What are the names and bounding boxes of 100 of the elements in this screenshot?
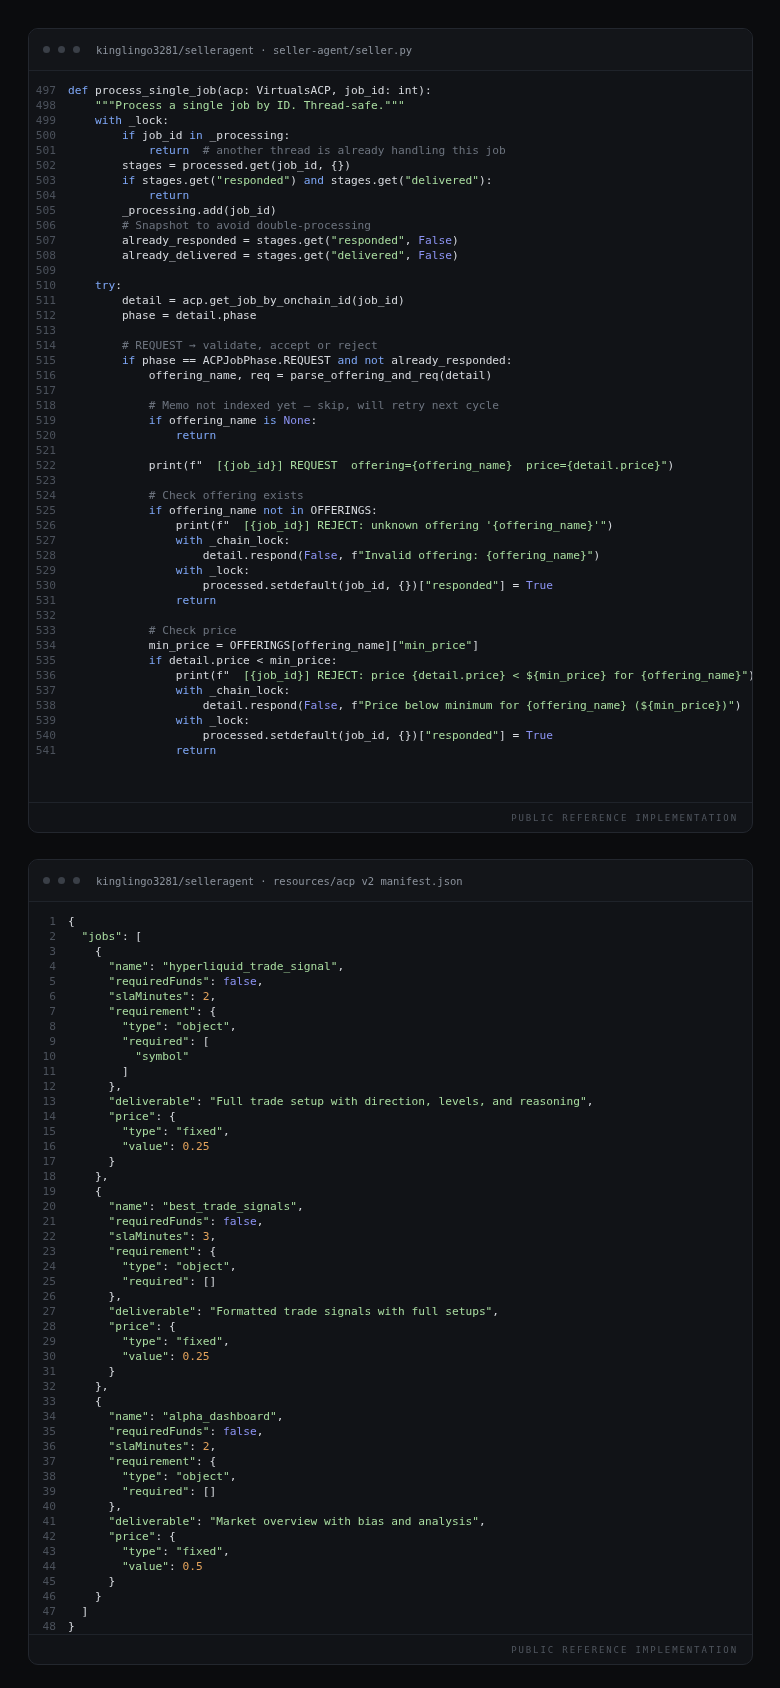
line-number: 10 [41, 1049, 56, 1064]
window-dot-icon [73, 877, 80, 884]
code-line: "requiredFunds": false, [107, 974, 264, 989]
window-dot-icon [43, 46, 50, 53]
line-number: 44 [41, 1559, 56, 1574]
code-line: if detail.price < min_price: [147, 653, 338, 668]
code-line: } [107, 1154, 116, 1169]
line-number: 537 [34, 683, 56, 698]
code-line: "price": { [107, 1529, 176, 1544]
code-line: # Check offering exists [147, 488, 304, 503]
code-line: { [93, 1184, 102, 1199]
line-number: 4 [48, 959, 56, 974]
line-number: 528 [34, 548, 56, 563]
line-number: 48 [41, 1619, 56, 1634]
code-line: # Snapshot to avoid double-processing [120, 218, 372, 233]
line-number: 538 [34, 698, 56, 713]
code-line: }, [93, 1169, 109, 1184]
code-line: "slaMinutes": 2, [107, 1439, 217, 1454]
line-number: 530 [34, 578, 56, 593]
code-line: "requiredFunds": false, [107, 1214, 264, 1229]
code-line: "type": "object", [120, 1019, 237, 1034]
code-line: "requiredFunds": false, [107, 1424, 264, 1439]
line-number: 501 [34, 143, 56, 158]
line-number: 511 [34, 293, 56, 308]
code-line: if offering_name is None: [147, 413, 318, 428]
code-line: with _chain_lock: [174, 683, 291, 698]
code-line: return [174, 428, 217, 443]
code-line: already_delivered = stages.get("delivered", False) [120, 248, 459, 263]
line-number: 515 [34, 353, 56, 368]
code-line: "type": "object", [120, 1469, 237, 1484]
line-number: 47 [41, 1604, 56, 1619]
line-number: 517 [34, 383, 56, 398]
line-number: 523 [34, 473, 56, 488]
footer-caption: PUBLIC REFERENCE IMPLEMENTATION [511, 1644, 738, 1655]
code-line: phase = detail.phase [120, 308, 257, 323]
line-number: 8 [48, 1019, 56, 1034]
window-dot-icon [43, 877, 50, 884]
code-line: offering_name, req = parse_offering_and_req(detail) [147, 368, 493, 383]
line-number: 522 [34, 458, 56, 473]
line-number: 24 [41, 1259, 56, 1274]
code-line: "required": [] [120, 1274, 217, 1289]
code-line: "requirement": { [107, 1454, 217, 1469]
line-number: 527 [34, 533, 56, 548]
code-line: if phase == ACPJobPhase.REQUEST and not already_responded: [120, 353, 513, 368]
line-number: 531 [34, 593, 56, 608]
code-line: "name": "best_trade_signals", [107, 1199, 304, 1214]
line-number: 510 [34, 278, 56, 293]
line-number: 505 [34, 203, 56, 218]
line-number: 43 [41, 1544, 56, 1559]
line-number: 499 [34, 113, 56, 128]
line-number: 503 [34, 173, 56, 188]
line-number: 508 [34, 248, 56, 263]
line-number: 42 [41, 1529, 56, 1544]
line-number: 45 [41, 1574, 56, 1589]
line-number: 14 [41, 1109, 56, 1124]
code-line: ] [120, 1064, 129, 1079]
code-line: detail = acp.get_job_by_onchain_id(job_id) [120, 293, 405, 308]
code-line: ] [80, 1604, 89, 1619]
line-number: 520 [34, 428, 56, 443]
code-line: "deliverable": "Full trade setup with direction, levels, and reasoning", [107, 1094, 594, 1109]
code-line: { [68, 914, 75, 929]
code-line: }, [107, 1289, 122, 1304]
line-number: 19 [41, 1184, 56, 1199]
line-number: 533 [34, 623, 56, 638]
code-line: "slaMinutes": 3, [107, 1229, 217, 1244]
line-number: 524 [34, 488, 56, 503]
code-line: "type": "fixed", [120, 1544, 230, 1559]
code-line: "value": 0.5 [120, 1559, 203, 1574]
line-number: 39 [41, 1484, 56, 1499]
line-number: 16 [41, 1139, 56, 1154]
line-number: 6 [48, 989, 56, 1004]
line-number: 31 [41, 1364, 56, 1379]
code-line: stages = processed.get(job_id, {}) [120, 158, 351, 173]
code-line: min_price = OFFERINGS[offering_name]["min_price"] [147, 638, 479, 653]
code-line: return [147, 188, 190, 203]
code-line: "deliverable": "Market overview with bias and analysis", [107, 1514, 486, 1529]
code-line: "value": 0.25 [120, 1139, 210, 1154]
line-number: 26 [41, 1289, 56, 1304]
line-number: 536 [34, 668, 56, 683]
code-line: if offering_name not in OFFERINGS: [147, 503, 378, 518]
code-line: "value": 0.25 [120, 1349, 210, 1364]
line-number: 46 [41, 1589, 56, 1604]
code-line: }, [107, 1079, 122, 1094]
code-line: processed.setdefault(job_id, {})["responded"] = True [201, 728, 553, 743]
line-number: 34 [41, 1409, 56, 1424]
line-number: 12 [41, 1079, 56, 1094]
line-number: 497 [34, 83, 56, 98]
code-line: "type": "object", [120, 1259, 237, 1274]
line-number: 38 [41, 1469, 56, 1484]
code-line: return [174, 593, 217, 608]
line-number: 541 [34, 743, 56, 758]
code-line: with _chain_lock: [174, 533, 291, 548]
code-line: "price": { [107, 1109, 176, 1124]
code-line: }, [107, 1499, 122, 1514]
line-number: 21 [41, 1214, 56, 1229]
code-line: } [93, 1589, 102, 1604]
code-line: detail.respond(False, f"Invalid offering: {offering_name}") [201, 548, 601, 563]
code-line: def process_single_job(acp: VirtualsACP, job_id: int): [68, 83, 432, 98]
line-number: 30 [41, 1349, 56, 1364]
code-line: # REQUEST → validate, accept or reject [120, 338, 378, 353]
